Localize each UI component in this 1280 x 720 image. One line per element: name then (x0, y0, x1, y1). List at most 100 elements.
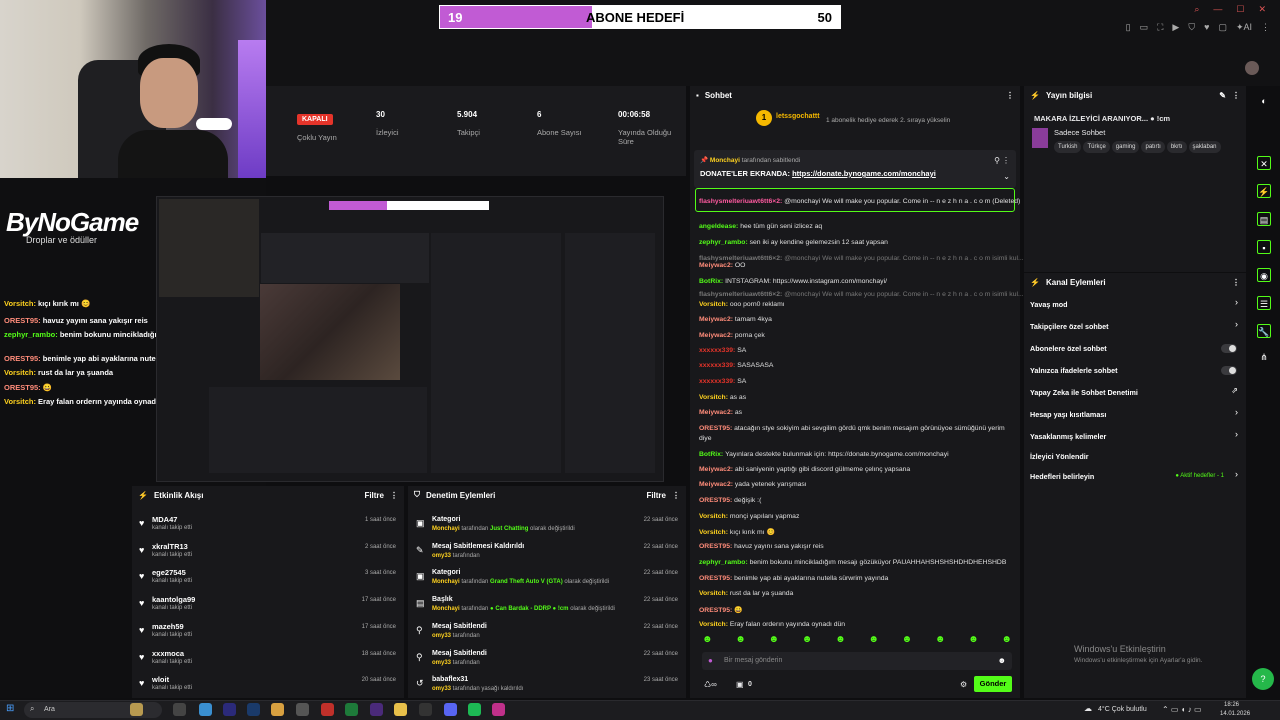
maximize-icon[interactable]: ☐ (1236, 4, 1244, 15)
events-menu-icon[interactable]: ⋮ (390, 491, 398, 500)
chat-username[interactable]: Vorsitch: (699, 394, 730, 401)
tag-chip[interactable]: Turkish (1054, 141, 1082, 153)
chat-username[interactable]: flashysmelteriuawt6tt6×2: (699, 255, 784, 262)
rail-chat-icon[interactable]: ▪ (1257, 240, 1271, 254)
channel-action-8[interactable]: İzleyici Yönlendir (1030, 452, 1089, 461)
chat-username[interactable]: xxxxxx339: (699, 347, 737, 354)
avatar[interactable] (1245, 61, 1259, 75)
chat-username[interactable]: BotRix: (699, 451, 725, 458)
chat-username[interactable]: xxxxxx339: (699, 362, 737, 369)
chevron-right-icon[interactable]: › (1235, 469, 1238, 479)
chat-username[interactable]: Meiywac2: (699, 332, 735, 339)
modlog-actor[interactable]: omy33 (432, 660, 451, 666)
explorer-icon[interactable] (271, 703, 284, 716)
chevron-right-icon[interactable]: › (1235, 297, 1238, 307)
settings-icon[interactable]: ⚙ (960, 680, 967, 689)
opera-icon[interactable] (321, 703, 334, 716)
chat-username[interactable]: OREST95: (699, 497, 734, 504)
channel-action-5[interactable]: Yapay Zeka ile Sohbet Denetimi (1030, 388, 1138, 397)
play-icon[interactable]: ▶ (1172, 22, 1179, 33)
tag-chip[interactable]: bkrtı (1166, 141, 1187, 153)
channel-action-2[interactable]: Takipçilere özel sohbet (1030, 322, 1109, 331)
emoji-icon[interactable]: ☻ (998, 656, 1006, 665)
app2-icon[interactable] (370, 703, 383, 716)
modlog-actor[interactable]: omy33 (432, 553, 451, 559)
obs-icon[interactable] (419, 703, 432, 716)
weather-text[interactable]: 4°C Çok bulutlu (1098, 706, 1147, 713)
emote-icon[interactable]: ☻ (835, 634, 846, 646)
emote-icon[interactable]: ☻ (868, 634, 879, 646)
premiere-icon[interactable] (223, 703, 236, 716)
modlog-actor[interactable]: omy33 (432, 633, 451, 639)
chat-username[interactable]: Meiywac2: (699, 409, 735, 416)
tag-chip[interactable]: şaklaban (1188, 141, 1221, 153)
chat-username[interactable]: Vorsitch: (699, 621, 730, 628)
microphone-icon[interactable]: ● (708, 656, 713, 665)
event-username[interactable]: xxxmoca (152, 649, 184, 658)
channel-action-1[interactable]: Yavaş mod (1030, 300, 1068, 309)
modlog-actor[interactable]: Monchayi (432, 579, 460, 585)
chat-menu-icon[interactable]: ⋮ (1006, 91, 1014, 100)
chat-username[interactable]: OREST95: (699, 425, 734, 432)
window-icon[interactable]: ▭ (1140, 22, 1149, 33)
event-username[interactable]: mazeh59 (152, 622, 184, 631)
emote-icon[interactable]: ☻ (769, 634, 780, 646)
mod-tools-icon[interactable]: ♺∞ (704, 680, 717, 689)
rail-wrench-icon[interactable]: 🔧 (1257, 324, 1271, 338)
chat-username[interactable]: flashysmelteriuawt6tt6×2: (699, 291, 784, 298)
event-username[interactable]: kaantolga99 (152, 595, 195, 604)
chevron-down-icon[interactable]: ⌄ (1003, 172, 1010, 181)
tag-chip[interactable]: gaming (1111, 141, 1140, 153)
emote-icon[interactable]: ☻ (735, 634, 746, 646)
app-icon[interactable] (296, 703, 309, 716)
clock-time[interactable]: 18:26 (1224, 702, 1239, 708)
event-username[interactable]: xkralTR13 (152, 542, 188, 551)
chevron-right-icon[interactable]: › (1235, 429, 1238, 439)
chat-username[interactable]: xxxxxx339: (699, 378, 737, 385)
search-icon[interactable]: ⌕ (1194, 4, 1199, 15)
tray-icons[interactable]: ⌃ ▭ ◖ ♪ ▭ (1162, 705, 1202, 714)
tag-chip[interactable]: Türkçe (1083, 141, 1110, 153)
chat-username[interactable]: Vorsitch: (699, 529, 730, 536)
chevron-right-icon[interactable]: › (1235, 319, 1238, 329)
chat-username[interactable]: angeldease: (699, 223, 740, 230)
modlog-actor[interactable]: omy33 (432, 686, 451, 692)
app3-icon[interactable] (492, 703, 505, 716)
chat-username[interactable]: Vorsitch: (699, 590, 730, 597)
toggle-switch[interactable] (1221, 344, 1237, 353)
heart-icon[interactable]: ♥ (1204, 22, 1209, 33)
unpin-icon[interactable]: ⚲ (994, 156, 1000, 165)
chat-username[interactable]: OREST95: (699, 543, 734, 550)
channel-action-6[interactable]: Hesap yaşı kısıtlaması (1030, 410, 1106, 419)
emote-icon[interactable]: ☻ (802, 634, 813, 646)
box-icon[interactable]: ▢ (1218, 22, 1227, 33)
chat-username[interactable]: Vorsitch: (699, 513, 730, 520)
windows-icon[interactable]: ⊞ (6, 703, 14, 714)
help-icon[interactable]: ? (1252, 668, 1274, 690)
channel-action-9[interactable]: Hedefleri belirleyin (1030, 472, 1094, 481)
chrome-icon[interactable] (394, 703, 407, 716)
event-username[interactable]: ege27545 (152, 568, 186, 577)
modlog-actor[interactable]: Monchayi (432, 526, 460, 532)
multistream-status-badge[interactable]: KAPALI (297, 114, 333, 125)
emote-icon[interactable]: ☻ (1001, 634, 1012, 646)
pinned-link[interactable]: https://donate.bynogame.com/monchayi (792, 169, 936, 178)
chat-username[interactable]: Meiywac2: (699, 481, 735, 488)
events-filter-button[interactable]: Filtre (364, 491, 384, 500)
chat-username[interactable]: Meiywac2: (699, 466, 735, 473)
rail-doc-icon[interactable]: ▤ (1257, 212, 1271, 226)
send-button[interactable]: Gönder (974, 676, 1012, 692)
edge-icon[interactable] (199, 703, 212, 716)
modlog-filter-button[interactable]: Filtre (646, 491, 666, 500)
chat-username[interactable]: BotRix: (699, 278, 725, 285)
emote-icon[interactable]: ☻ (902, 634, 913, 646)
external-link-icon[interactable]: ⇗ (1231, 386, 1238, 395)
chat-username[interactable]: zephyr_rambo: (699, 239, 750, 246)
tag-chip[interactable]: patırtı (1141, 141, 1165, 153)
close-icon[interactable]: ✕ (1258, 4, 1266, 15)
channel-action-7[interactable]: Yasaklanmış kelimeler (1030, 432, 1106, 441)
rail-broadcast-icon[interactable]: ◉ (1257, 268, 1271, 282)
chevron-right-icon[interactable]: › (1235, 407, 1238, 417)
chat-username[interactable]: OREST95: (699, 575, 734, 582)
chat-username[interactable]: flashysmelteriuawt6tt6×2: (699, 198, 784, 205)
